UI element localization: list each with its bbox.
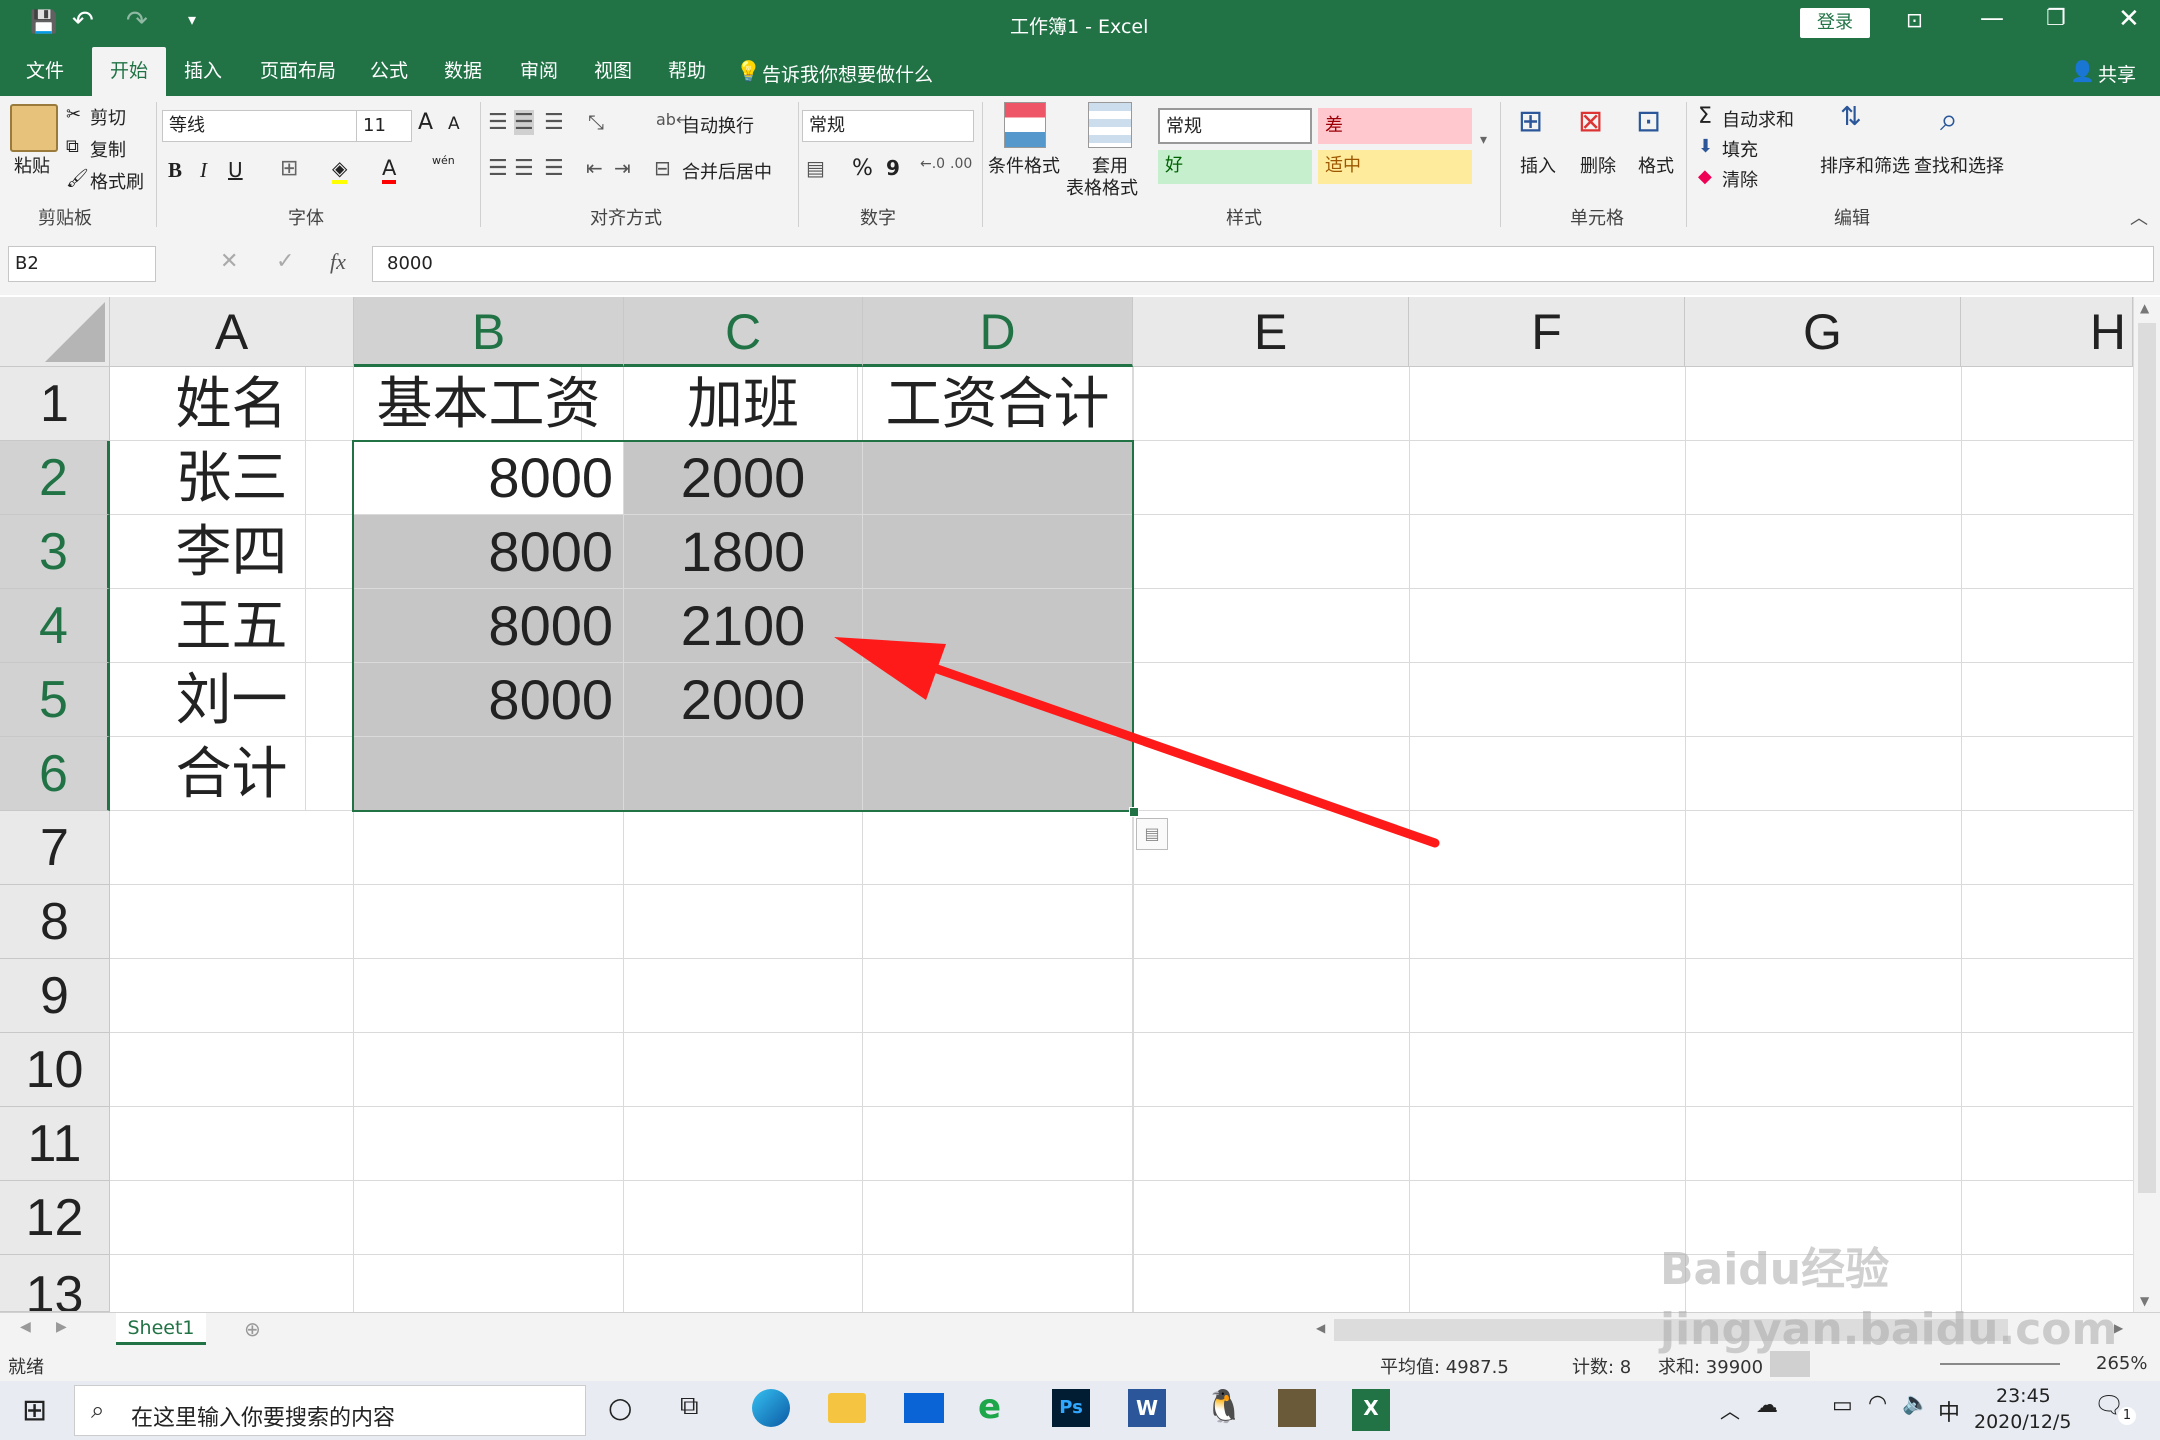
normal-view-icon[interactable] <box>1770 1351 1810 1377</box>
clock-date[interactable]: 2020/12/5 <box>1974 1411 2071 1433</box>
word-icon[interactable]: W <box>1128 1389 1166 1427</box>
sheet-tab-bar: ◀ ▶ Sheet1 ⊕ ◀ ▶ <box>0 1312 2160 1348</box>
taskbar-search-box[interactable]: ⌕ 在这里输入你要搜索的内容 <box>74 1385 586 1436</box>
h-scroll-right-icon[interactable]: ▶ <box>2114 1321 2123 1335</box>
add-sheet-icon[interactable]: ⊕ <box>244 1317 261 1341</box>
next-sheet-icon[interactable]: ▶ <box>56 1319 67 1335</box>
scroll-thumb[interactable] <box>2138 323 2156 1193</box>
status-count: 计数: 8 <box>1572 1357 1632 1378</box>
status-sum: 求和: 39900 <box>1658 1357 1764 1378</box>
edge-icon[interactable] <box>752 1389 790 1427</box>
zoom-slider[interactable] <box>1940 1363 2060 1365</box>
scroll-up-icon[interactable]: ▲ <box>2140 301 2149 315</box>
red-arrow <box>834 637 1440 848</box>
volume-icon[interactable]: 🔈 <box>1902 1391 1929 1416</box>
search-icon: ⌕ <box>91 1396 105 1424</box>
mail-icon[interactable] <box>904 1393 944 1423</box>
taskbar-search-placeholder: 在这里输入你要搜索的内容 <box>131 1406 396 1431</box>
file-explorer-icon[interactable] <box>828 1393 866 1423</box>
status-bar: 就绪 平均值: 4987.5 计数: 8 求和: 39900 265% <box>0 1347 2160 1381</box>
excel-taskbar-icon[interactable]: X <box>1352 1389 1390 1431</box>
sheet-tab-sheet1[interactable]: Sheet1 <box>116 1313 206 1345</box>
qq-icon[interactable]: 🐧 <box>1204 1387 1244 1425</box>
status-average: 平均值: 4987.5 <box>1380 1357 1509 1378</box>
battery-icon[interactable]: ▭ <box>1832 1393 1853 1418</box>
h-scroll-left-icon[interactable]: ◀ <box>1316 1321 1325 1335</box>
ie-icon[interactable]: e <box>978 1387 1001 1427</box>
photoshop-icon[interactable]: Ps <box>1052 1389 1090 1427</box>
tray-chevron-icon[interactable]: ︿ <box>1720 1395 1740 1424</box>
zoom-level[interactable]: 265% <box>2096 1353 2147 1374</box>
task-view-icon[interactable]: ⧉ <box>680 1391 699 1422</box>
windows-start-icon[interactable]: ⊞ <box>22 1393 47 1428</box>
horizontal-scrollbar[interactable] <box>1334 1319 2008 1341</box>
wifi-icon[interactable]: ◠ <box>1868 1391 1887 1416</box>
vertical-scrollbar[interactable]: ▲ ▼ <box>2133 297 2160 1312</box>
clock-time[interactable]: 23:45 <box>1996 1385 2051 1407</box>
scroll-down-icon[interactable]: ▼ <box>2140 1294 2149 1308</box>
status-ready: 就绪 <box>8 1357 44 1378</box>
cortana-icon[interactable]: ○ <box>608 1391 632 1424</box>
notification-count: 1 <box>2118 1407 2136 1425</box>
app-icon[interactable] <box>1278 1389 1316 1427</box>
windows-taskbar: ⊞ ⌕ 在这里输入你要搜索的内容 ○ ⧉ e Ps W 🐧 X ︿ ☁ ▭ ◠ … <box>0 1381 2160 1440</box>
prev-sheet-icon[interactable]: ◀ <box>20 1319 31 1335</box>
onedrive-icon[interactable]: ☁ <box>1756 1393 1778 1418</box>
ime-indicator[interactable]: 中 <box>1938 1395 1960 1427</box>
